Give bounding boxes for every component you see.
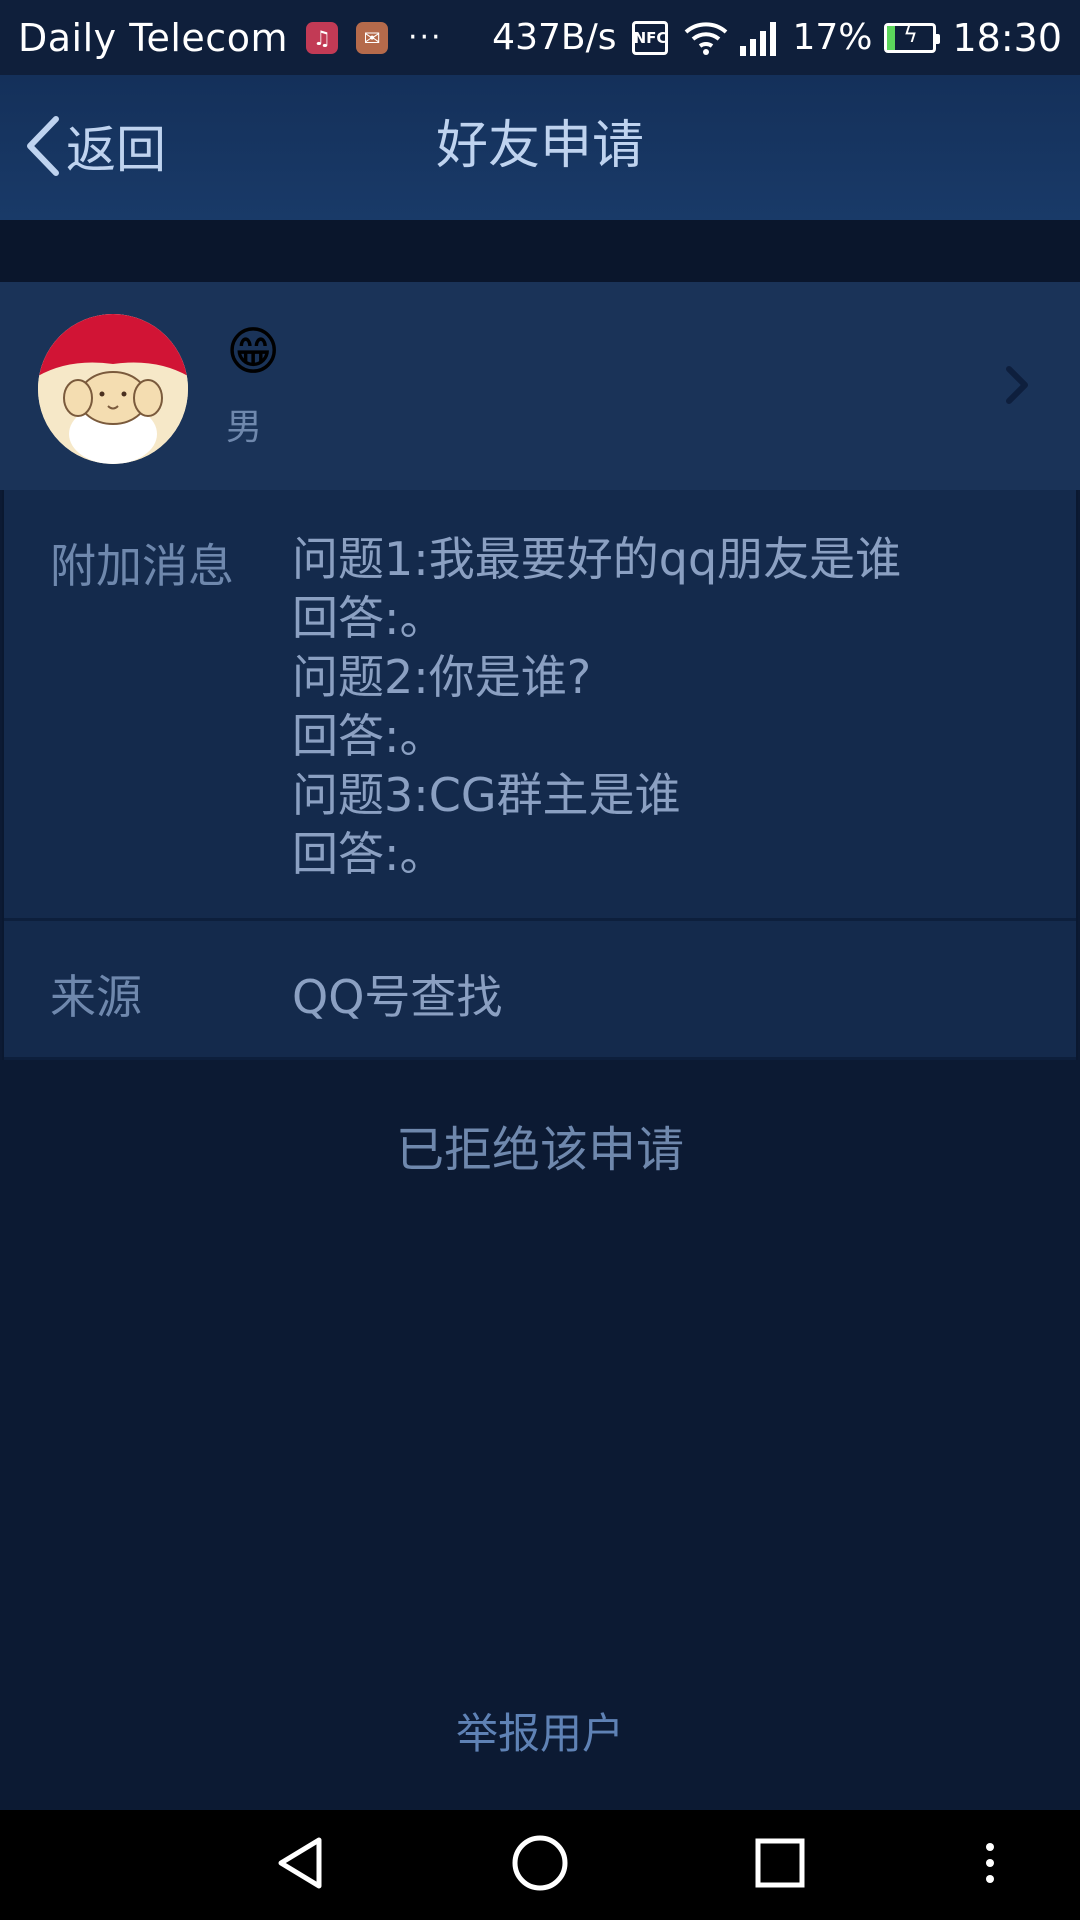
title-bar: 返回 好友申请 xyxy=(0,75,1080,220)
source-value: QQ号查找 xyxy=(292,970,503,1024)
message-line: 问题3:CG群主是谁 xyxy=(292,768,681,822)
battery-percent: 17% xyxy=(792,17,873,58)
navigation-bar xyxy=(0,1810,1080,1920)
message-line: 问题1:我最要好的qq朋友是谁 xyxy=(292,532,902,586)
chevron-right-icon xyxy=(1004,364,1030,406)
section-divider xyxy=(0,220,1080,282)
request-status-text: 已拒绝该申请 xyxy=(395,1122,684,1178)
profile-row[interactable]: 😁 男 xyxy=(0,282,1080,490)
request-info-panel: 附加消息 问题1:我最要好的qq朋友是谁 回答:。 问题2:你是谁? 回答:。 … xyxy=(2,490,1078,1060)
wifi-icon xyxy=(684,20,728,56)
triangle-back-icon xyxy=(275,1836,325,1894)
nickname: 😁 xyxy=(226,322,281,382)
charging-bolt-icon: ϟ xyxy=(903,22,918,48)
more-notifications-icon: ··· xyxy=(407,20,443,55)
network-speed: 437B/s xyxy=(492,17,617,58)
message-line: 回答:。 xyxy=(292,827,446,881)
message-line: 回答:。 xyxy=(292,709,446,763)
circle-home-icon xyxy=(511,1834,569,1896)
page-title: 好友申请 xyxy=(435,116,644,176)
avatar[interactable] xyxy=(38,314,188,464)
nav-recent-apps-button[interactable] xyxy=(750,1835,810,1895)
battery-charging-icon: ϟ xyxy=(884,22,941,53)
nav-home-button[interactable] xyxy=(510,1835,570,1895)
nav-menu-button[interactable] xyxy=(960,1835,1020,1895)
nfc-icon: NFC xyxy=(632,20,669,55)
status-bar: Daily Telecom ♫ ✉ ··· 437B/s NFC 17% ϟ 1… xyxy=(0,0,1080,75)
message-row: 附加消息 问题1:我最要好的qq朋友是谁 回答:。 问题2:你是谁? 回答:。 … xyxy=(4,490,1076,921)
gender-label: 男 xyxy=(226,407,263,448)
clock: 18:30 xyxy=(952,15,1062,60)
message-line: 问题2:你是谁? xyxy=(292,650,592,704)
source-label: 来源 xyxy=(50,970,142,1024)
message-line: 回答:。 xyxy=(292,591,446,645)
vertical-dots-icon xyxy=(984,1841,996,1889)
signal-icon xyxy=(738,20,782,56)
status-left: Daily Telecom ♫ ✉ ··· xyxy=(18,16,443,60)
message-label: 附加消息 xyxy=(50,539,234,593)
message-body: 问题1:我最要好的qq朋友是谁 回答:。 问题2:你是谁? 回答:。 问题3:C… xyxy=(292,530,901,884)
carrier-name: Daily Telecom xyxy=(18,15,288,60)
music-icon: ♫ xyxy=(305,21,338,54)
mail-icon: ✉ xyxy=(355,21,388,54)
nav-back-button[interactable] xyxy=(270,1835,330,1895)
source-row: 来源 QQ号查找 xyxy=(4,921,1076,1060)
status-right: 437B/s NFC 17% ϟ 18:30 xyxy=(492,16,1062,60)
square-recents-icon xyxy=(754,1837,806,1893)
report-user-link[interactable]: 举报用户 xyxy=(0,1700,1080,1761)
